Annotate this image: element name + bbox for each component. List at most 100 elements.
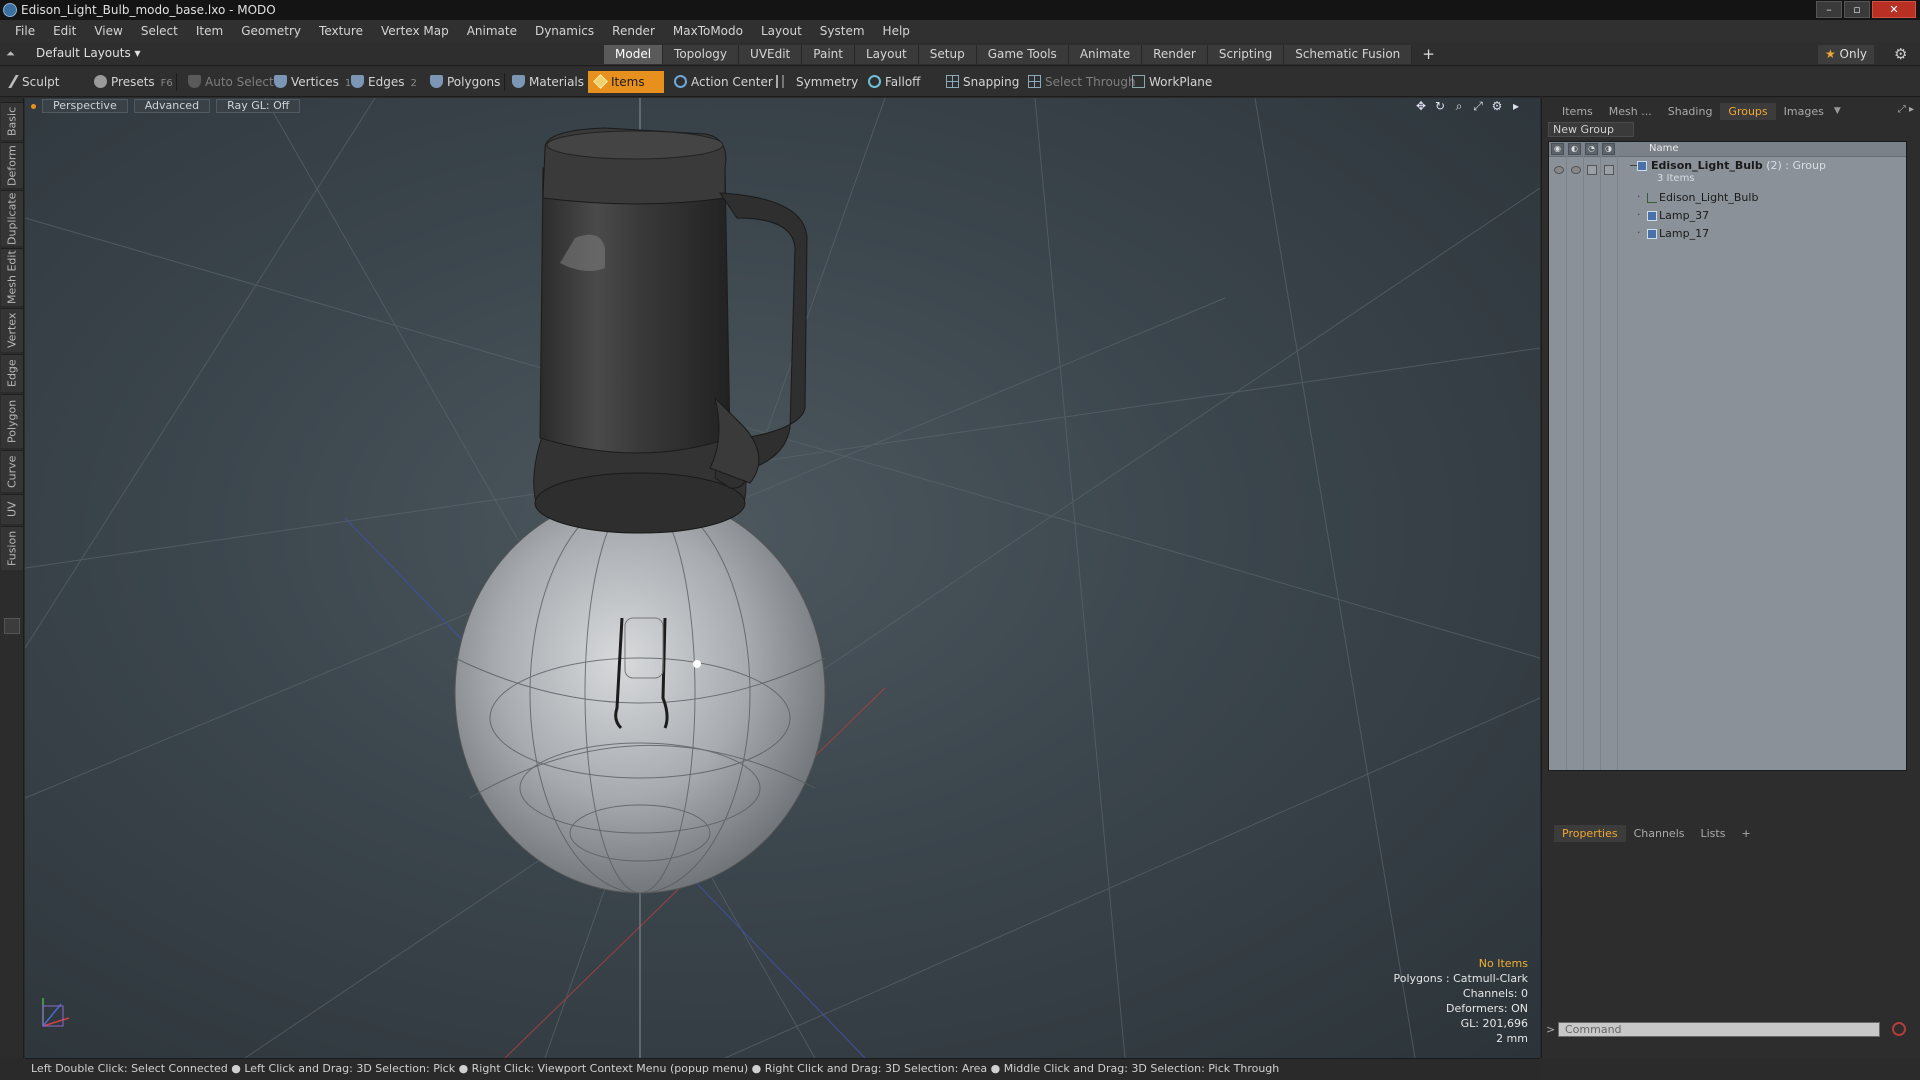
items-label: Items [611, 75, 645, 89]
menu-texture[interactable]: Texture [310, 24, 372, 38]
menu-item[interactable]: Item [187, 24, 232, 38]
materials-button[interactable]: Materials [506, 71, 590, 93]
menu-select[interactable]: Select [132, 24, 187, 38]
minimize-button[interactable]: – [1816, 1, 1842, 18]
polygons-button[interactable]: Polygons [424, 71, 506, 93]
only-button[interactable]: ★ Only [1818, 45, 1874, 64]
menu-maxtomodo[interactable]: MaxToModo [664, 24, 752, 38]
render-column-icon[interactable]: ◐ [1568, 143, 1581, 155]
tab-render[interactable]: Render [1142, 45, 1208, 64]
group-child-row[interactable]: · Lamp_37 [1549, 207, 1906, 225]
edges-button[interactable]: Edges 2 [345, 71, 423, 93]
menu-vertex-map[interactable]: Vertex Map [372, 24, 458, 38]
falloff-button[interactable]: Falloff [862, 71, 926, 93]
tab-properties[interactable]: Properties [1554, 824, 1626, 842]
tab-paint[interactable]: Paint [802, 45, 855, 64]
tab-game-tools[interactable]: Game Tools [976, 45, 1069, 64]
tab-fusion[interactable]: Fusion [1, 526, 23, 570]
layouts-dropdown[interactable]: Default Layouts ▾ [36, 46, 141, 60]
tab-groups[interactable]: Groups [1720, 102, 1776, 120]
auto-select-button[interactable]: Auto Select [182, 71, 280, 93]
menu-animate[interactable]: Animate [458, 24, 526, 38]
render-toggle-icon[interactable] [1571, 166, 1581, 174]
snapping-button[interactable]: Snapping [940, 71, 1025, 93]
menu-system[interactable]: System [811, 24, 874, 38]
zoom-view-icon[interactable]: ⌕ [1453, 99, 1465, 114]
group-row[interactable]: − Edison_Light_Bulb (2) : Group 3 Items [1549, 158, 1906, 188]
panel-expand-icon[interactable]: ⤢ ▸ [1898, 104, 1914, 115]
layout-collapse-icon[interactable]: ⏶ [6, 47, 15, 61]
add-panel-tab-button[interactable]: + [1733, 825, 1758, 842]
raygl-button[interactable]: Ray GL: Off [216, 99, 301, 113]
rotate-view-icon[interactable]: ↻ [1434, 99, 1446, 114]
gear-icon[interactable]: ⚙ [1894, 45, 1907, 63]
chevron-down-icon[interactable]: ▼ [1834, 106, 1841, 116]
menu-layout[interactable]: Layout [752, 24, 811, 38]
menu-view[interactable]: View [85, 24, 131, 38]
command-history-icon[interactable]: > [1546, 1023, 1555, 1036]
tab-deform[interactable]: Deform [1, 142, 23, 188]
close-button[interactable]: ✕ [1872, 1, 1916, 18]
tab-mesh-edit[interactable]: Mesh Edit [1, 248, 23, 306]
group-icon [1637, 161, 1647, 171]
select-through-button[interactable]: Select Through [1022, 71, 1142, 93]
tab-vertex[interactable]: Vertex [1, 308, 23, 352]
3d-viewport[interactable]: Perspective Advanced Ray GL: Off ✥ ↻ ⌕ ⤢… [25, 98, 1540, 1058]
tab-duplicate[interactable]: Duplicate [1, 190, 23, 246]
menu-file[interactable]: File [6, 24, 44, 38]
tab-scripting[interactable]: Scripting [1207, 45, 1285, 64]
sculpt-button[interactable]: Sculpt [6, 71, 65, 93]
maximize-button[interactable]: ▫ [1844, 1, 1870, 18]
eye-icon[interactable] [1554, 166, 1564, 174]
viewport-settings-icon[interactable]: ⚙ [1491, 99, 1503, 114]
new-group-button[interactable]: New Group [1548, 122, 1634, 137]
symmetry-button[interactable]: Symmetry [770, 71, 864, 93]
lock-column-icon[interactable]: ◔ [1585, 143, 1598, 155]
group-child-row[interactable]: · Edison_Light_Bulb [1549, 189, 1906, 207]
group-child-row[interactable]: · Lamp_17 [1549, 225, 1906, 243]
menu-render[interactable]: Render [603, 24, 664, 38]
lock-checkbox[interactable] [1587, 165, 1597, 175]
action-center-button[interactable]: Action Center [668, 71, 779, 93]
advanced-shading-button[interactable]: Advanced [133, 99, 211, 113]
tab-setup[interactable]: Setup [918, 45, 977, 64]
viewport-expand-icon[interactable]: ▸ [1510, 99, 1522, 114]
tab-edge[interactable]: Edge [1, 354, 23, 392]
tab-polygon[interactable]: Polygon [1, 394, 23, 448]
select-checkbox[interactable] [1604, 165, 1614, 175]
tab-curve[interactable]: Curve [1, 450, 23, 492]
workplane-button[interactable]: WorkPlane [1126, 71, 1218, 93]
tab-items[interactable]: Items [1554, 103, 1601, 120]
tab-images[interactable]: Images [1776, 103, 1832, 120]
items-button[interactable]: Items [588, 71, 664, 93]
perspective-button[interactable]: Perspective [42, 99, 128, 113]
move-view-icon[interactable]: ✥ [1415, 99, 1427, 114]
tab-uv[interactable]: UV [1, 494, 23, 524]
tab-lists[interactable]: Lists [1693, 825, 1734, 842]
add-tab-button[interactable]: + [1422, 45, 1435, 64]
menu-help[interactable]: Help [874, 24, 919, 38]
visibility-column-icon[interactable]: ◉ [1551, 143, 1564, 155]
tab-channels[interactable]: Channels [1626, 825, 1693, 842]
tab-schematic-fusion[interactable]: Schematic Fusion [1284, 45, 1413, 64]
tab-mesh[interactable]: Mesh ... [1601, 103, 1660, 120]
tab-shading[interactable]: Shading [1660, 103, 1721, 120]
strip-toggle-button[interactable] [4, 618, 20, 634]
menu-geometry[interactable]: Geometry [232, 24, 310, 38]
tab-animate[interactable]: Animate [1068, 45, 1143, 64]
tab-topology[interactable]: Topology [663, 45, 740, 64]
menu-edit[interactable]: Edit [44, 24, 85, 38]
tab-model[interactable]: Model [604, 45, 664, 64]
tab-layout[interactable]: Layout [854, 45, 919, 64]
presets-button[interactable]: Presets F6 [88, 71, 179, 93]
menu-dynamics[interactable]: Dynamics [526, 24, 603, 38]
tab-basic[interactable]: Basic [1, 102, 23, 140]
tab-uvedit[interactable]: UVEdit [739, 45, 803, 64]
vertices-button[interactable]: Vertices 1 [268, 71, 357, 93]
viewport-menu-dot[interactable] [31, 103, 36, 109]
command-input[interactable]: Command [1558, 1022, 1880, 1037]
name-column-header[interactable]: Name [1649, 143, 1679, 154]
fit-view-icon[interactable]: ⤢ [1472, 99, 1484, 114]
command-clear-icon[interactable] [1892, 1022, 1906, 1036]
select-column-icon[interactable]: ◑ [1602, 143, 1615, 155]
